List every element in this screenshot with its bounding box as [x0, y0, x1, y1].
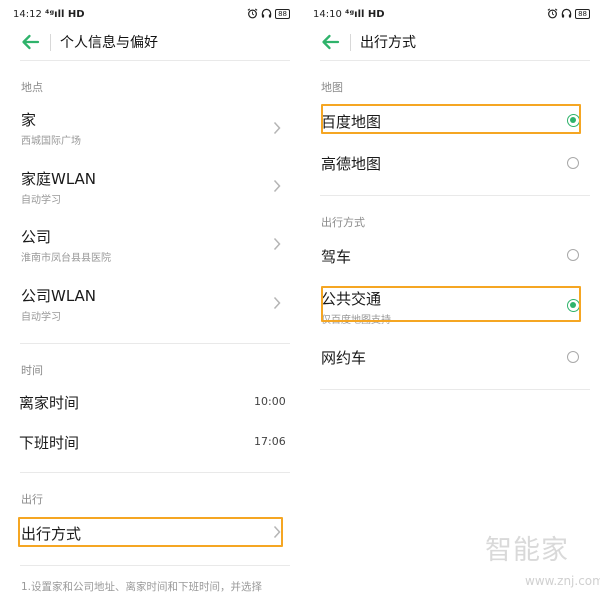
back-arrow-icon[interactable]: [320, 33, 340, 51]
battery-icon: 88: [275, 8, 290, 19]
item-subtitle: 自动学习: [21, 312, 61, 323]
page-title: 个人信息与偏好: [60, 35, 158, 51]
status-bar: 14:10 ⁴ᵍıll HD 88: [310, 8, 590, 24]
item-value: 10:00: [254, 395, 286, 408]
divider: [320, 60, 590, 61]
signal-indicator: ⁴ᵍıll HD: [45, 9, 85, 20]
divider: [320, 195, 590, 196]
chevron-right-icon: [273, 296, 281, 310]
section-header-map: 地图: [321, 81, 343, 94]
status-bar: 14:12 ⁴ᵍıll HD 88: [10, 8, 290, 24]
page-title: 出行方式: [360, 35, 416, 51]
app-header: 个人信息与偏好: [10, 30, 290, 56]
option-label: 驾车: [321, 248, 352, 266]
app-header: 出行方式: [310, 30, 590, 56]
item-title: 家: [21, 111, 37, 129]
section-header-mode: 出行方式: [321, 216, 365, 229]
signal-indicator: ⁴ᵍıll HD: [345, 9, 385, 20]
radio-unselected-icon[interactable]: [567, 249, 579, 261]
item-value: 17:06: [254, 435, 286, 448]
highlight-box: [18, 517, 283, 547]
alarm-icon: [247, 8, 258, 19]
item-title: 家庭WLAN: [21, 170, 97, 188]
chevron-right-icon: [273, 121, 281, 135]
battery-icon: 88: [575, 8, 590, 19]
highlight-box: [321, 286, 581, 322]
chevron-right-icon: [273, 237, 281, 251]
personal-info-screen: 14:12 ⁴ᵍıll HD 88 个人信息与偏好 地点 家 西城国际广场 家庭…: [10, 0, 300, 600]
divider: [20, 60, 290, 61]
status-time: 14:10: [313, 9, 342, 20]
divider: [20, 343, 290, 344]
item-title: 离家时间: [19, 394, 80, 412]
status-time: 14:12: [13, 9, 42, 20]
travel-mode-screen: 14:10 ⁴ᵍıll HD 88 出行方式 地图 百度地图 高德地图 出行方式…: [310, 0, 600, 600]
header-divider: [50, 34, 51, 51]
divider: [320, 389, 590, 390]
item-title: 公司WLAN: [21, 287, 97, 305]
option-label: 网约车: [321, 349, 367, 367]
highlight-box: [321, 104, 581, 134]
item-subtitle: 自动学习: [21, 195, 61, 206]
section-header-travel: 出行: [21, 493, 43, 506]
headphones-icon: [561, 8, 572, 18]
radio-unselected-icon[interactable]: [567, 157, 579, 169]
headphones-icon: [261, 8, 272, 18]
item-title: 公司: [21, 228, 52, 246]
radio-unselected-icon[interactable]: [567, 351, 579, 363]
divider: [20, 472, 290, 473]
divider: [20, 565, 290, 566]
item-title: 下班时间: [19, 434, 80, 452]
section-header-location: 地点: [21, 81, 43, 94]
header-divider: [350, 34, 351, 51]
option-label: 高德地图: [321, 155, 382, 173]
item-subtitle: 西城国际广场: [21, 136, 81, 147]
item-subtitle: 淮南市凤台县县医院: [21, 253, 111, 264]
back-arrow-icon[interactable]: [20, 33, 40, 51]
section-header-time: 时间: [21, 364, 43, 377]
help-note: 1.设置家和公司地址、离家时间和下班时间，并选择: [21, 581, 263, 593]
alarm-icon: [547, 8, 558, 19]
chevron-right-icon: [273, 179, 281, 193]
